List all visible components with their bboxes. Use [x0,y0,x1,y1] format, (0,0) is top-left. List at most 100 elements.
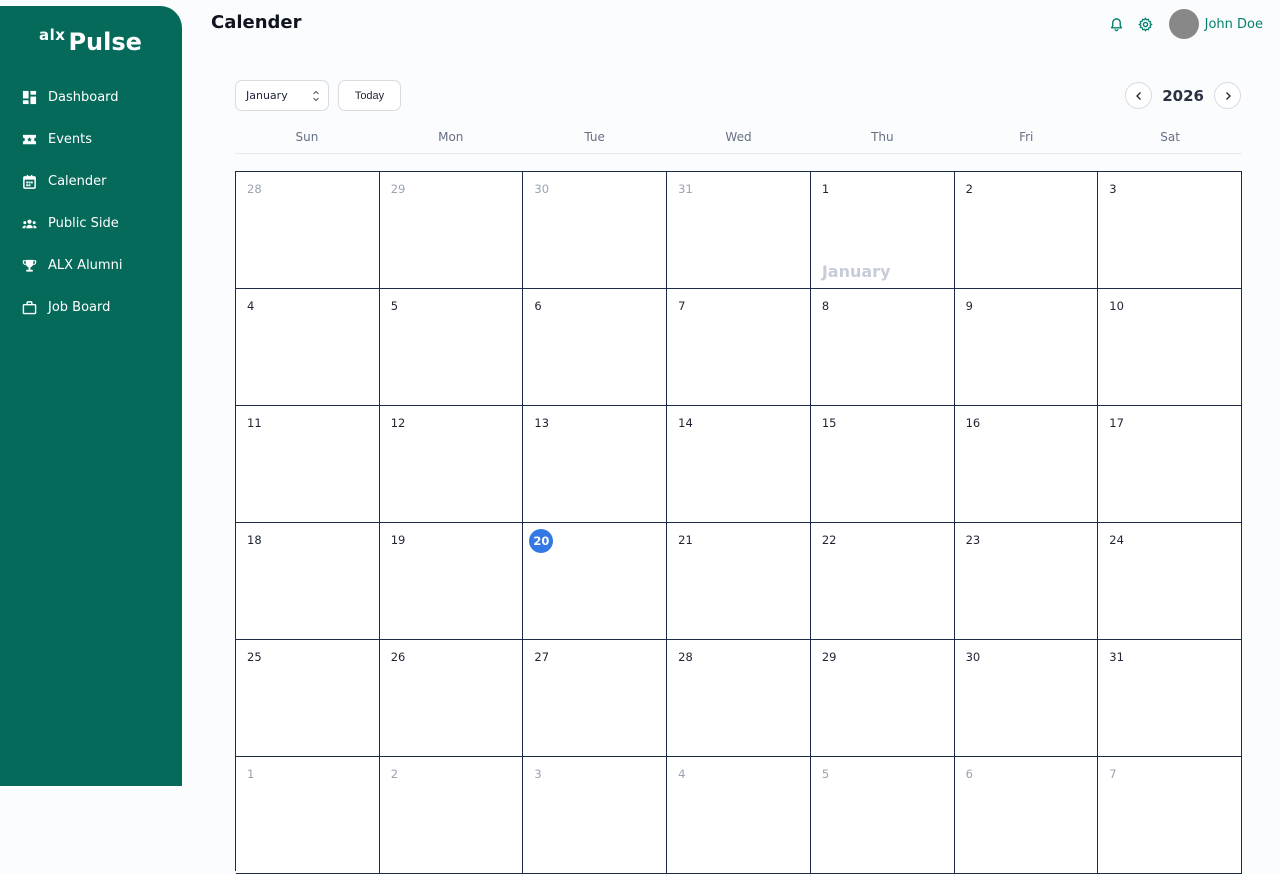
sidebar-item-dashboard[interactable]: Dashboard [22,88,172,106]
calendar-day[interactable]: 30 [523,172,668,289]
month-watermark-label: January [821,262,891,281]
updown-chevron-icon [312,88,320,104]
calendar-day[interactable]: 16 [954,406,1099,523]
sidebar-item-events[interactable]: Events [22,130,172,148]
prev-year-button[interactable] [1125,82,1153,109]
calendar-day[interactable]: 25 [236,640,380,757]
day-number: 19 [390,533,406,547]
day-number: 7 [1109,767,1117,781]
calendar-day[interactable]: 12 [379,406,524,523]
calendar-day[interactable]: 4 [667,757,811,874]
calendar-day[interactable]: 5 [379,289,524,406]
chevron-left-icon [1135,91,1141,100]
day-number: 1 [821,182,830,196]
sidebar-item-label: Events [48,131,93,147]
calendar-day[interactable]: 7 [667,289,811,406]
avatar[interactable] [1168,9,1199,39]
day-number: 26 [390,650,406,664]
calendar-day[interactable]: 9 [954,289,1099,406]
dashboard-icon [22,90,37,105]
trophy-icon [22,258,37,273]
calendar-day[interactable]: 6 [954,757,1099,874]
calendar-day[interactable]: 10 [1098,289,1242,406]
calendar-day[interactable]: 5 [810,757,955,874]
calendar-day[interactable]: 7 [1098,757,1242,874]
month-select[interactable]: January [235,80,329,111]
calendar-day[interactable]: 19 [379,523,524,640]
weekday-header: Sun Mon Tue Wed Thu Fri Sat [235,128,1242,154]
calendar-day[interactable]: 3 [1098,172,1242,289]
sidebar-item-job-board[interactable]: Job Board [22,298,172,316]
calendar-day[interactable]: 28 [667,640,811,757]
calendar-day[interactable]: 13 [523,406,668,523]
calendar-day[interactable]: 6 [523,289,668,406]
calendar-day[interactable]: 31 [1098,640,1242,757]
calendar-day[interactable]: 8 [810,289,955,406]
calendar-day[interactable]: 17 [1098,406,1242,523]
calendar-day[interactable]: 23 [954,523,1099,640]
day-number: 30 [534,182,550,196]
month-select-value: January [246,89,288,102]
day-number: 3 [534,767,542,781]
user-name[interactable]: John Doe [1205,17,1263,32]
calendar-day[interactable]: 29 [810,640,955,757]
calendar-day[interactable]: 2 [954,172,1099,289]
sidebar-item-label: Public Side [48,215,119,231]
day-number: 8 [821,299,830,313]
day-number: 10 [1109,299,1124,313]
app-logo[interactable]: alx Pulse [39,24,142,56]
calendar-day[interactable]: 14 [667,406,811,523]
calendar-day[interactable]: 3 [523,757,668,874]
sidebar-item-label: Job Board [48,299,111,315]
calendar-day[interactable]: 30 [954,640,1099,757]
calendar-day[interactable]: 2 [379,757,524,874]
weekday-label: Sun [295,130,319,144]
weekday-label: Thu [871,130,894,144]
calendar-day[interactable]: 27 [523,640,668,757]
sidebar-item-alx-alumni[interactable]: ALX Alumni [22,256,172,274]
briefcase-icon [22,300,37,315]
day-number: 31 [1109,650,1124,664]
day-number: 16 [965,416,981,430]
calendar-day[interactable]: 4 [236,289,380,406]
calendar-day[interactable]: 18 [236,523,380,640]
calendar-day[interactable]: 1 [236,757,380,874]
sidebar-item-public-side[interactable]: Public Side [22,214,172,232]
calendar-day[interactable]: 28 [236,172,380,289]
calendar-day[interactable]: 1 January [810,172,955,289]
day-number: 2 [965,182,973,196]
calendar-day[interactable]: 21 [667,523,811,640]
day-number: 31 [678,182,693,196]
gear-icon[interactable] [1138,17,1153,32]
ticket-icon [22,132,37,147]
day-number: 4 [678,767,686,781]
day-number: 21 [678,533,693,547]
day-number: 11 [247,416,262,430]
weekday-label: Tue [584,130,605,144]
calendar-day[interactable]: 29 [379,172,524,289]
day-number: 9 [965,299,973,313]
day-number: 23 [965,533,981,547]
calendar-day-today[interactable]: 20 [523,523,668,640]
calendar-day[interactable]: 11 [236,406,380,523]
calendar-day[interactable]: 22 [810,523,955,640]
calendar-day[interactable]: 31 [667,172,811,289]
calendar-day[interactable]: 26 [379,640,524,757]
calendar-day[interactable]: 15 [810,406,955,523]
calendar-icon [22,174,37,189]
day-number: 29 [390,182,406,196]
weekday-label: Fri [1019,130,1034,144]
topbar-actions: John Doe [1109,9,1263,39]
day-number: 28 [247,182,262,196]
sidebar-item-label: ALX Alumni [48,257,123,273]
sidebar-item-calender[interactable]: Calender [22,172,172,190]
calendar-day[interactable]: 24 [1098,523,1242,640]
next-year-button[interactable] [1214,82,1241,109]
today-button[interactable]: Today [338,80,401,111]
bell-icon[interactable] [1109,17,1124,32]
day-number: 24 [1109,533,1124,547]
day-number: 4 [247,299,255,313]
weekday-label: Wed [725,130,752,144]
day-number: 5 [390,299,399,313]
day-number: 14 [678,416,693,430]
